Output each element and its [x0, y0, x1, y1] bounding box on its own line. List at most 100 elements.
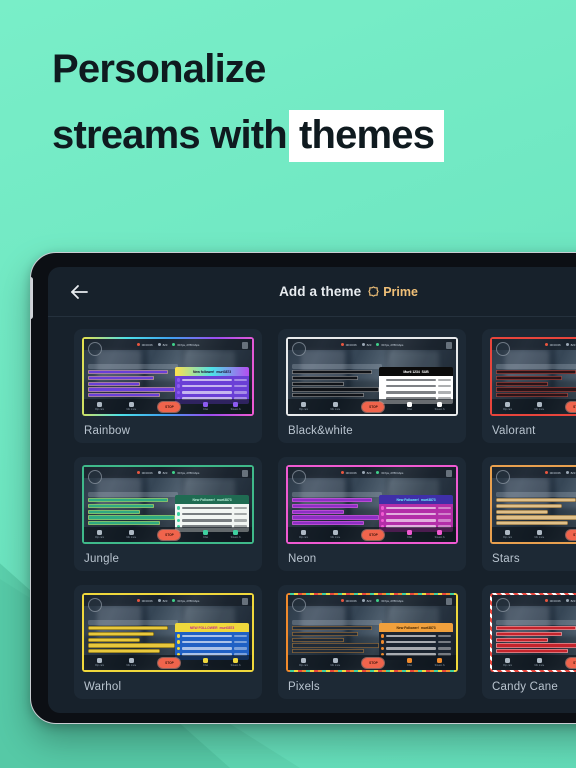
- status-text: 60 fps, 2780 kbps: [381, 470, 404, 475]
- toolbar-chat-icon[interactable]: Chat: [406, 529, 413, 539]
- toolbar-mic-icon[interactable]: Mic mute: [534, 529, 544, 539]
- stream-preview-canvas: 00:03:06 823 60 fps, 2780 kbps New Follower…: [84, 467, 252, 542]
- tablet-volume-button[interactable]: [31, 277, 33, 319]
- toolbar-camera-icon[interactable]: Flip cam: [95, 401, 104, 411]
- status-dot: [544, 343, 548, 346]
- toolbar-camera-icon[interactable]: Flip cam: [299, 401, 308, 411]
- toolbar-settings-icon[interactable]: Stream fx: [435, 657, 445, 667]
- chat-message: [88, 649, 161, 654]
- theme-card[interactable]: 00:03:0682360 fps, 2780 kbpsMurti 1234Fl…: [482, 585, 576, 699]
- alert-username: murt3873: [219, 625, 235, 630]
- stop-stream-button[interactable]: STOP: [566, 529, 576, 540]
- activity-value: [438, 384, 451, 388]
- settings-icon: [436, 529, 443, 536]
- toolbar-mic-icon[interactable]: Mic mute: [126, 529, 136, 539]
- toolbar-chat-icon[interactable]: Chat: [202, 401, 209, 412]
- chat-overlay: [496, 492, 576, 527]
- theme-card[interactable]: 00:03:0682360 fps, 2780 kbpsFlip camMic …: [482, 457, 576, 571]
- toolbar-label: Chat: [203, 408, 209, 412]
- chat-message: [496, 643, 576, 648]
- preview-menu-icon: [446, 470, 452, 477]
- toolbar-settings-icon[interactable]: Stream fx: [231, 529, 241, 539]
- toolbar-camera-icon[interactable]: Flip cam: [95, 529, 104, 539]
- toolbar-mic-icon[interactable]: Mic mute: [330, 529, 340, 539]
- theme-card[interactable]: 00:03:06 823 60 fps, 2780 kbps New Follower…: [278, 457, 466, 571]
- toolbar-mic-icon[interactable]: Mic mute: [126, 657, 136, 667]
- stop-stream-button[interactable]: STOP: [362, 657, 385, 668]
- alert-activity-row: [381, 506, 451, 511]
- stop-stream-button[interactable]: STOP: [566, 657, 576, 668]
- toolbar-settings-icon[interactable]: Stream fx: [230, 401, 241, 412]
- toolbar-mic-icon[interactable]: Mic mute: [534, 401, 544, 411]
- theme-card[interactable]: 00:03:06 823 60 fps, 2780 kbps New Follower…: [74, 457, 262, 571]
- theme-card[interactable]: 00:03:06 823 60 fps, 2780 kbps Murti 1234 SU…: [278, 329, 466, 443]
- chat-message: [88, 509, 140, 514]
- activity-value: [234, 506, 247, 510]
- toolbar-camera-icon[interactable]: Flip cam: [299, 657, 308, 667]
- preview-menu-icon: [446, 598, 452, 605]
- theme-card[interactable]: 00:03:0682360 fps, 2780 kbpsNew follower…: [74, 329, 262, 443]
- chat-icon: [202, 401, 209, 408]
- activity-avatar-icon: [381, 646, 385, 651]
- toolbar-settings-icon[interactable]: Stream fx: [435, 401, 445, 411]
- toolbar-camera-icon[interactable]: Flip cam: [503, 657, 512, 667]
- toolbar-camera-icon[interactable]: Flip cam: [95, 657, 104, 667]
- theme-name-label: Warhol: [84, 681, 122, 693]
- status-dot: [376, 599, 380, 602]
- back-button[interactable]: [66, 279, 92, 305]
- alert-username: murt3873: [420, 625, 436, 630]
- theme-card[interactable]: 00:03:0682360 fps, 2780 kbpsNew follower…: [482, 329, 576, 443]
- activity-value: [234, 378, 247, 382]
- toolbar-camera-icon[interactable]: Flip cam: [503, 529, 512, 539]
- activity-name: [386, 391, 437, 394]
- activity-name: [386, 647, 437, 650]
- stop-stream-button[interactable]: STOP: [362, 529, 385, 540]
- toolbar-mic-icon[interactable]: Mic mute: [534, 657, 544, 667]
- status-text: 00:03:06: [549, 470, 561, 475]
- toolbar-chat-icon[interactable]: Chat: [406, 401, 413, 411]
- page-title: Add a theme: [279, 284, 362, 299]
- status-dot: [340, 471, 344, 474]
- chat-icon: [406, 401, 413, 408]
- toolbar-camera-icon[interactable]: Flip cam: [503, 401, 512, 411]
- bitrate-label: 60 fps, 2780 kbps: [172, 599, 199, 603]
- stop-stream-button[interactable]: STOP: [158, 401, 181, 412]
- preview-menu-icon: [242, 342, 248, 349]
- toolbar-mic-icon[interactable]: Mic mute: [126, 401, 136, 411]
- toolbar-settings-icon[interactable]: Stream fx: [435, 529, 445, 539]
- live-timer: 00:03:06: [340, 343, 357, 347]
- activity-avatar-icon: [177, 378, 181, 382]
- camera-icon: [96, 401, 103, 408]
- bitrate-label: 60 fps, 2780 kbps: [376, 471, 403, 475]
- activity-value: [234, 647, 247, 650]
- alert-activity-row: [381, 390, 451, 395]
- stop-stream-button[interactable]: STOP: [362, 401, 385, 412]
- chat-message: [88, 492, 179, 497]
- toolbar-camera-icon[interactable]: Flip cam: [299, 529, 308, 539]
- stream-preview-canvas: 00:03:0682360 fps, 2780 kbpsFlip camMic …: [492, 467, 576, 542]
- status-text: 00:03:06: [549, 598, 561, 603]
- toolbar-label: Stream fx: [230, 408, 241, 412]
- theme-preview: 00:03:0682360 fps, 2780 kbpsNew follower…: [490, 337, 576, 416]
- toolbar-chat-icon[interactable]: Chat: [202, 529, 209, 539]
- theme-preview: 00:03:0682360 fps, 2780 kbpsNew follower…: [82, 337, 254, 416]
- stop-stream-button[interactable]: STOP: [158, 529, 181, 540]
- activity-value: [234, 634, 247, 638]
- toolbar-mic-icon[interactable]: Mic mute: [330, 401, 340, 411]
- toolbar-settings-icon[interactable]: Stream fx: [231, 657, 241, 667]
- chat-message: [88, 515, 175, 520]
- status-dot: [565, 599, 569, 602]
- bitrate-label: 60 fps, 2780 kbps: [172, 343, 199, 347]
- chat-message: [88, 364, 179, 369]
- stop-stream-button[interactable]: STOP: [566, 401, 576, 412]
- toolbar-chat-icon[interactable]: Chat: [406, 657, 413, 667]
- toolbar-chat-icon[interactable]: Chat: [202, 657, 209, 667]
- stream-toolbar: Flip cam Mic mute STOP Chat Stream fx: [84, 399, 252, 414]
- chat-message: [292, 492, 383, 497]
- stop-stream-button[interactable]: STOP: [158, 657, 181, 668]
- camera-icon: [504, 657, 511, 664]
- toolbar-mic-icon[interactable]: Mic mute: [330, 657, 340, 667]
- activity-name: [182, 640, 233, 644]
- theme-card[interactable]: 00:03:06 823 60 fps, 2780 kbps NEW FOLLOWER…: [74, 585, 262, 699]
- theme-card[interactable]: 00:03:06 823 60 fps, 2780 kbps New Follower…: [278, 585, 466, 699]
